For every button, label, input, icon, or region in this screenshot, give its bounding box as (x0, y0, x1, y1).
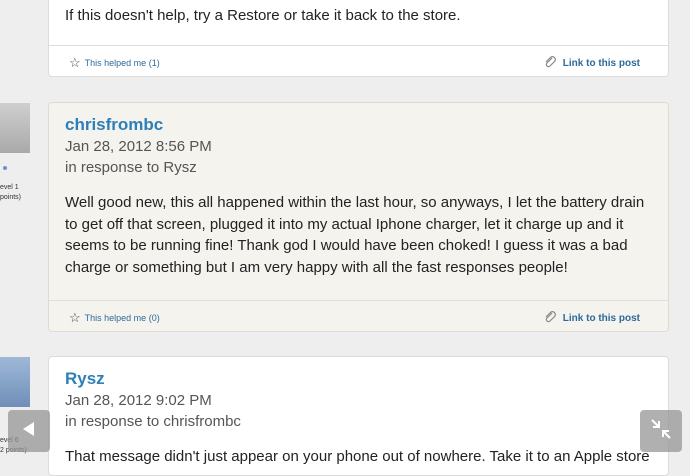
helped-me-button[interactable]: ☆ This helped me (0) (69, 310, 160, 326)
link-to-post[interactable]: Link to this post (543, 55, 640, 72)
post-body: Well good new, this all happened within … (65, 194, 645, 276)
author-name[interactable]: Rysz (65, 369, 105, 389)
paperclip-icon (543, 310, 557, 327)
author-level: evel 1 (0, 184, 19, 191)
post-date: Jan 28, 2012 8:56 PM (65, 138, 212, 155)
author-points: points) (0, 194, 22, 201)
avatar[interactable] (0, 357, 30, 407)
reply-card-top: If this doesn't help, try a Restore or t… (48, 0, 669, 77)
back-button[interactable] (8, 410, 50, 452)
post-footer: ☆ This helped me (0) Link to this post (49, 300, 668, 331)
avatar[interactable] (0, 103, 30, 153)
helped-count: (0) (148, 313, 160, 323)
link-label: Link to this post (562, 58, 640, 69)
helped-label: This helped me (84, 313, 147, 323)
link-label: Link to this post (562, 313, 640, 324)
in-response-to[interactable]: in response to Rysz (65, 159, 197, 176)
link-to-post[interactable]: Link to this post (543, 310, 640, 327)
collapse-button[interactable] (640, 410, 682, 452)
back-arrow-icon (19, 419, 39, 444)
paperclip-icon (543, 55, 557, 72)
reply-card-bottom: Rysz Jan 28, 2012 9:02 PM in response to… (48, 356, 669, 476)
status-dot (3, 166, 7, 170)
post-footer: ☆ This helped me (1) Link to this post (49, 45, 668, 76)
in-response-to[interactable]: in response to chrisfrombc (65, 413, 241, 430)
star-icon: ☆ (69, 55, 81, 70)
post-body: If this doesn't help, try a Restore or t… (65, 7, 461, 24)
author-name[interactable]: chrisfrombc (65, 115, 163, 135)
helped-label: This helped me (84, 58, 147, 68)
post-body: That message didn't just appear on your … (65, 448, 650, 465)
post-date: Jan 28, 2012 9:02 PM (65, 392, 212, 409)
star-icon: ☆ (69, 310, 81, 325)
reply-card-middle: chrisfrombc Jan 28, 2012 8:56 PM in resp… (48, 102, 669, 332)
helped-count: (1) (148, 58, 160, 68)
helped-me-button[interactable]: ☆ This helped me (1) (69, 55, 160, 71)
collapse-arrows-icon (649, 417, 673, 446)
